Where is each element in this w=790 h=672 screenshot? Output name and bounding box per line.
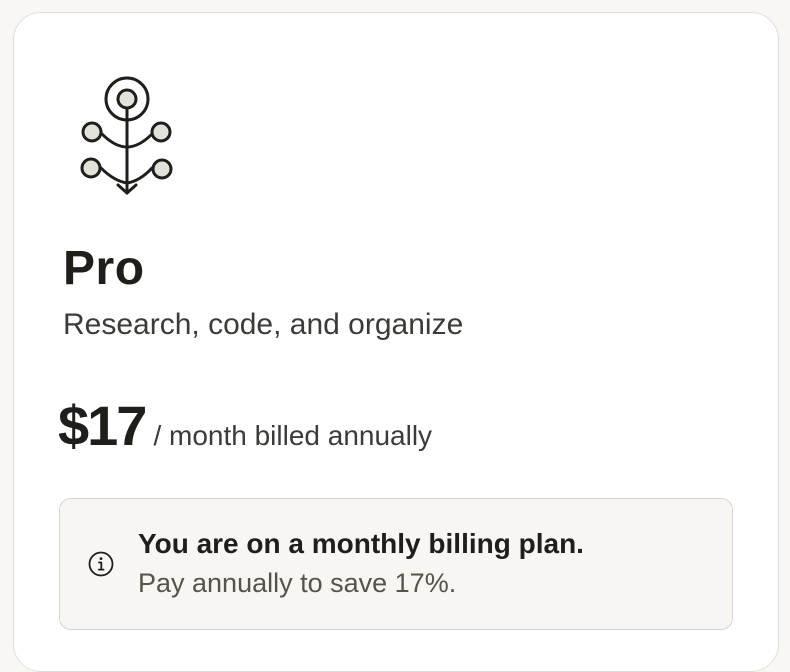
notice-title: You are on a monthly billing plan. bbox=[138, 528, 584, 559]
notice-body: Pay annually to save 17%. bbox=[138, 568, 457, 598]
plan-tagline: Research, code, and organize bbox=[63, 308, 464, 341]
billing-notice: You are on a monthly billing plan. Pay a… bbox=[59, 498, 733, 630]
price-period: / month billed annually bbox=[153, 420, 433, 451]
info-icon bbox=[88, 551, 114, 577]
sprout-branch-icon bbox=[80, 76, 173, 195]
price-row: $17 / month billed annually bbox=[58, 398, 432, 454]
price-amount: $17 bbox=[58, 394, 147, 457]
plan-name: Pro bbox=[63, 242, 145, 295]
pricing-card: Pro Research, code, and organize $17 / m… bbox=[13, 12, 779, 672]
